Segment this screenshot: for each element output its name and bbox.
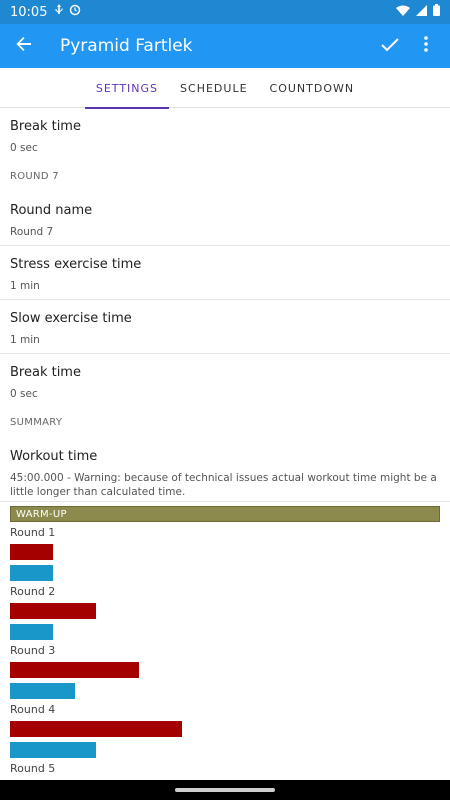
slow-exercise-time-value: 1 min — [10, 334, 40, 346]
slow-exercise-time-label: Slow exercise time — [10, 311, 132, 326]
break-time-label: Break time — [10, 119, 81, 134]
wifi-icon — [396, 5, 410, 20]
slow-bar — [10, 624, 53, 640]
round-label: Round 1 — [10, 526, 56, 539]
arrow-back-icon — [16, 36, 32, 56]
section-header-round-7: ROUND 7 — [10, 171, 59, 182]
break-time-value-2: 0 sec — [10, 388, 38, 400]
stress-bar — [10, 544, 53, 560]
alarm-icon — [69, 4, 81, 20]
round-label: Round 4 — [10, 703, 56, 716]
break-time-value: 0 sec — [10, 142, 38, 154]
settings-list[interactable]: Break time 0 sec ROUND 7 Round name Roun… — [0, 108, 450, 780]
stress-bar — [10, 721, 182, 737]
workout-time-value: 45:00.000 - Warning: because of technica… — [10, 472, 437, 498]
workout-time-label: Workout time — [10, 449, 98, 464]
section-header-summary: SUMMARY — [10, 417, 63, 428]
break-time-item-2[interactable]: Break time 0 sec — [0, 354, 450, 408]
app-bar: Pyramid Fartlek — [0, 24, 450, 68]
round-name-label: Round name — [10, 203, 93, 218]
round-label: Round 3 — [10, 644, 56, 657]
workout-time-item[interactable]: Workout time 45:00.000 - Warning: becaus… — [0, 438, 450, 502]
round-name-item[interactable]: Round name Round 7 — [0, 192, 450, 246]
workout-chart: WARM-UP Round 1 Round 2 Round 3 Round 4 Roun… — [0, 502, 450, 778]
tab-bar: SETTINGS SCHEDULE COUNTDOWN — [0, 68, 450, 109]
stress-bar — [10, 662, 139, 678]
status-time: 10:05 — [10, 4, 48, 20]
battery-icon — [433, 4, 440, 20]
home-gesture-handle[interactable] — [175, 788, 275, 792]
check-icon — [381, 37, 399, 56]
tab-countdown[interactable]: COUNTDOWN — [259, 68, 366, 108]
more-vert-icon — [424, 36, 428, 56]
page-title: Pyramid Fartlek — [60, 36, 193, 56]
usb-icon — [55, 4, 63, 20]
overflow-menu-button[interactable] — [408, 24, 444, 68]
navigation-bar — [0, 780, 450, 800]
stress-exercise-time-value: 1 min — [10, 280, 40, 292]
stress-exercise-time-label: Stress exercise time — [10, 257, 142, 272]
warmup-header-bar: WARM-UP — [10, 506, 440, 522]
tab-settings[interactable]: SETTINGS — [84, 68, 170, 109]
break-time-item[interactable]: Break time 0 sec — [0, 108, 450, 162]
slow-bar — [10, 683, 75, 699]
stress-bar — [10, 603, 96, 619]
round-label: Round 5 — [10, 762, 56, 775]
status-bar: 10:05 — [0, 0, 450, 24]
back-button[interactable] — [0, 24, 48, 68]
signal-icon — [416, 4, 427, 20]
slow-bar — [10, 565, 53, 581]
break-time-label-2: Break time — [10, 365, 81, 380]
slow-bar — [10, 742, 96, 758]
stress-exercise-time-item[interactable]: Stress exercise time 1 min — [0, 246, 450, 300]
round-name-value: Round 7 — [10, 226, 54, 238]
confirm-button[interactable] — [372, 24, 408, 68]
round-label: Round 2 — [10, 585, 56, 598]
slow-exercise-time-item[interactable]: Slow exercise time 1 min — [0, 300, 450, 354]
chart-rounds: Round 1 Round 2 Round 3 Round 4 Round 5 — [10, 524, 440, 778]
tab-schedule[interactable]: SCHEDULE — [169, 68, 259, 108]
